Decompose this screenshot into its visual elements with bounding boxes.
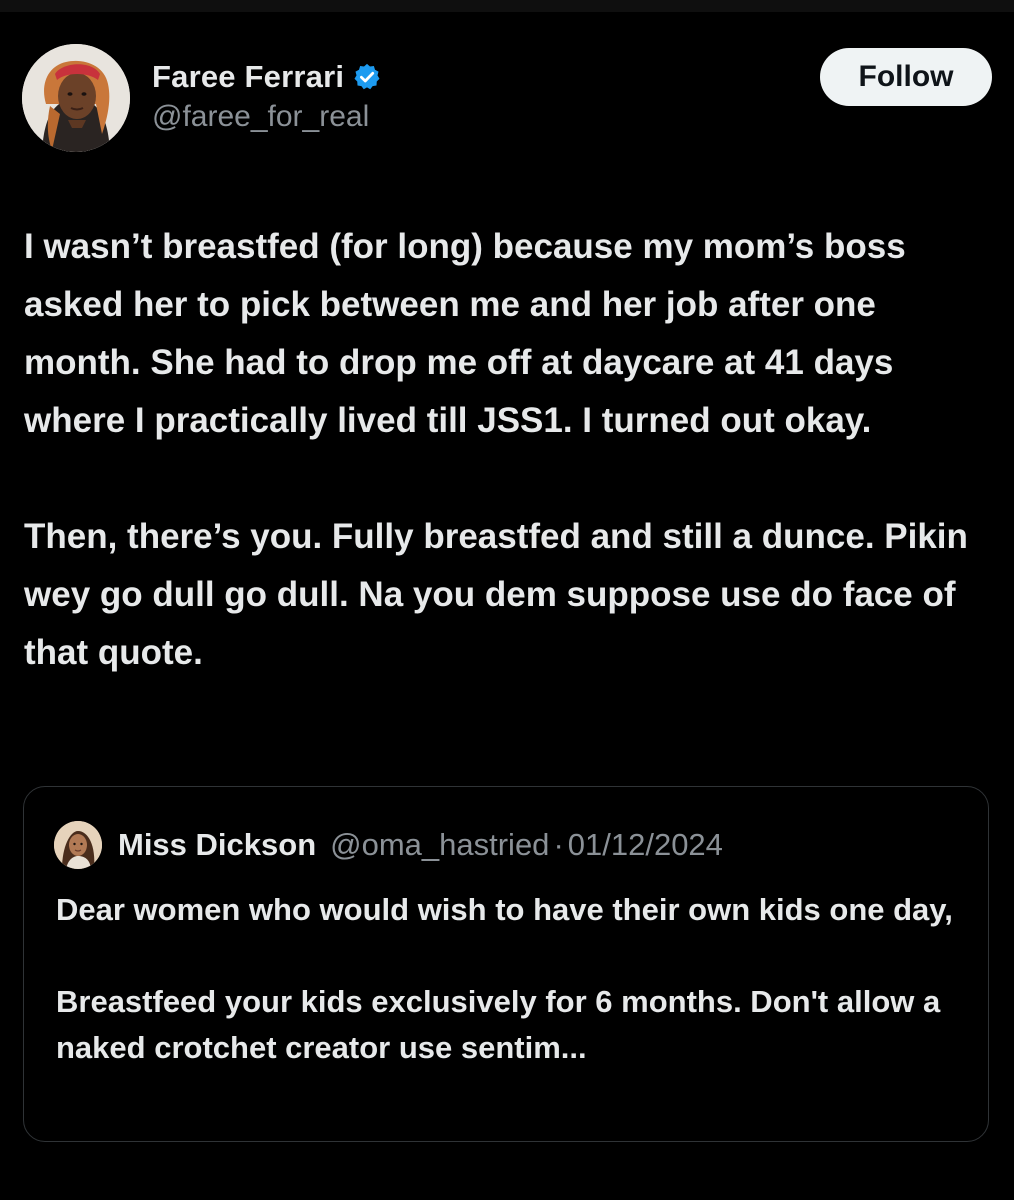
avatar-image: [22, 44, 130, 152]
quoted-author-handle: @oma_hastried: [330, 827, 550, 862]
quoted-paragraph: Breastfeed your kids exclusively for 6 m…: [56, 984, 941, 1065]
tweet-paragraph: I wasn’t breastfed (for long) because my…: [24, 227, 906, 440]
verified-badge-icon: [352, 62, 382, 92]
tweet: Faree Ferrari @faree_for_real Follow I w…: [0, 0, 1014, 1200]
quoted-date: 01/12/2024: [567, 827, 723, 862]
display-name-row: Faree Ferrari: [152, 56, 382, 98]
author-avatar[interactable]: [22, 44, 130, 152]
quoted-avatar-image: [54, 821, 102, 869]
quoted-paragraph: Dear women who would wish to have their …: [56, 892, 953, 927]
author-names: Faree Ferrari @faree_for_real: [152, 56, 382, 134]
quoted-tweet-header: Miss Dickson @oma_hastried · 01/12/2024: [54, 821, 723, 869]
tweet-header: Faree Ferrari @faree_for_real Follow: [22, 44, 992, 156]
quoted-separator: ·: [553, 827, 564, 862]
quoted-tweet-card[interactable]: Miss Dickson @oma_hastried · 01/12/2024 …: [23, 786, 989, 1142]
quoted-author-avatar: [54, 821, 102, 869]
author-handle[interactable]: @faree_for_real: [152, 100, 382, 134]
author-display-name[interactable]: Faree Ferrari: [152, 59, 344, 95]
tweet-text: I wasn’t breastfed (for long) because my…: [24, 218, 994, 682]
follow-button[interactable]: Follow: [820, 48, 992, 106]
tweet-paragraph: Then, there’s you. Fully breastfed and s…: [24, 517, 968, 672]
quoted-author-name: Miss Dickson: [118, 827, 317, 862]
quoted-tweet-text: Dear women who would wish to have their …: [56, 887, 976, 1071]
